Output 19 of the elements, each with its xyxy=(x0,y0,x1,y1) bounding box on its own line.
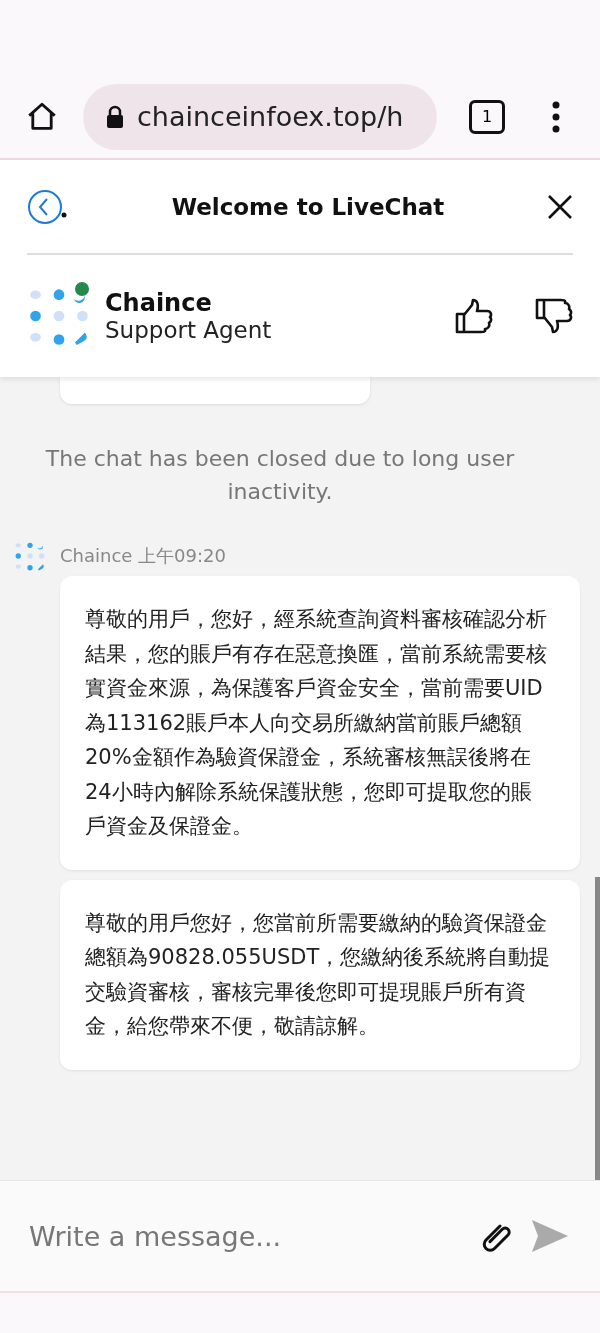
thumbs-down-icon[interactable] xyxy=(535,298,573,334)
message-bubble: 尊敬的用戶您好，您當前所需要繳納的驗資保證金總額為90828.055USDT，您繳納後系統將自動提交驗資審核，審核完畢後您即可提現賬戶所有資金，給您帶來不便，敬請諒解。 xyxy=(60,879,580,1070)
agent-name: Chaince xyxy=(105,289,213,317)
system-notice: The chat has been closed due to long user inactivity. xyxy=(44,445,516,506)
thumbs-up-icon[interactable] xyxy=(455,298,493,334)
menu-icon[interactable] xyxy=(551,100,561,133)
sender-avatar-icon xyxy=(14,540,46,572)
close-icon[interactable] xyxy=(547,193,573,220)
back-icon[interactable] xyxy=(27,188,69,225)
online-dot xyxy=(75,282,89,296)
address-bar[interactable]: chainceinfoex.top/h xyxy=(83,83,437,150)
url-text: chainceinfoex.top/h xyxy=(137,101,404,132)
message-bubble: 尊敬的用戶，您好，經系統查詢資料審核確認分析結果，您的賬戶有存在惡意換匯，當前系統需要核實資金來源，為保護客戶資金安全，當前需要UID為113162賬戶本人向交易所繳納當前賬戶總額20%金額作為驗資保證金，系統審核無誤後將在24小時內解除系統保護狀態，您即可提取您的賬戶資金及保證金。 xyxy=(60,576,580,870)
tab-count-button[interactable]: 1 xyxy=(469,99,505,134)
lock-icon xyxy=(105,104,125,129)
message-input[interactable]: Write a message... xyxy=(27,1219,462,1253)
chat-title: Welcome to LiveChat xyxy=(171,193,445,220)
agent-role: Support Agent xyxy=(105,317,273,343)
sender-time: Chaince 上午09:20 xyxy=(60,544,226,568)
